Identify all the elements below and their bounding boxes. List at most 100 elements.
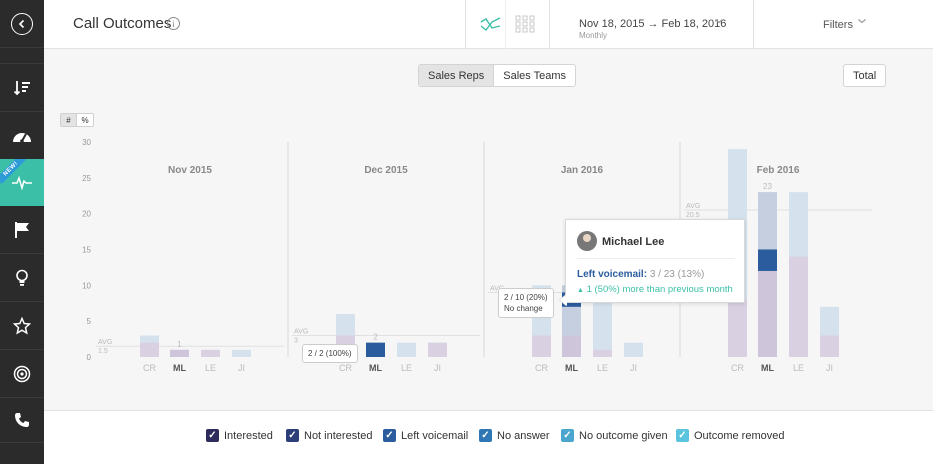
target-icon [13, 365, 31, 382]
legend-item-outcome-removed[interactable]: ✓ Outcome removed [676, 429, 784, 442]
bar-cr-interested [532, 335, 551, 357]
bar-ji-total [624, 342, 643, 357]
checkbox-icon[interactable]: ✓ [676, 429, 689, 442]
star-icon [13, 316, 31, 335]
y-tick-label: 20 [82, 210, 91, 219]
month-label: Dec 2015 [364, 165, 408, 176]
rep-label: JI [434, 363, 441, 373]
line-chart-view-icon[interactable] [480, 14, 502, 34]
sidebar-item-goals[interactable] [0, 350, 44, 397]
rep-label: JI [238, 363, 245, 373]
tooltip-metric-value: 3 / 23 (13%) [649, 269, 705, 280]
dec-value-callout: 2 / 2 (100%) [302, 344, 358, 363]
checkbox-icon[interactable]: ✓ [561, 429, 574, 442]
y-tick-label: 15 [82, 245, 91, 254]
legend-item-not-interested[interactable]: ✓ Not interested [286, 429, 372, 442]
bar-cr-interested [728, 299, 747, 357]
bar-le-interested [201, 349, 220, 357]
sidebar-item-flag[interactable] [0, 206, 44, 253]
total-button[interactable]: Total [843, 64, 887, 87]
legend-label: No outcome given [579, 429, 668, 442]
flag-icon [15, 221, 29, 238]
average-value: 1.5 [98, 348, 108, 355]
bar-ji-total [232, 349, 251, 357]
rep-label: LE [205, 363, 216, 373]
rep-label: LE [401, 363, 412, 373]
header-divider [505, 0, 506, 49]
sort-icon [13, 80, 30, 95]
rep-label: ML [173, 363, 186, 373]
date-range-value[interactable]: Nov 18, 2015 → Feb 18, 2016 [579, 18, 726, 30]
call-outcomes-chart: 0 5 10 15 20 25 30 Nov 2015 AVG 1.5 CR ML LE JI 1 Dec 2… [82, 138, 872, 373]
bar-ji-interested [428, 342, 447, 357]
bar-ji-interested [820, 335, 839, 357]
rep-label: ML [369, 363, 382, 373]
bar-total-label: 1 [177, 340, 182, 349]
chevron-down-icon[interactable] [857, 16, 867, 26]
average-label: AVG [294, 328, 308, 335]
info-icon[interactable]: i [167, 17, 180, 30]
callout-value: 2 / 2 (100%) [308, 349, 352, 358]
rep-label: CR [339, 363, 352, 373]
average-label: AVG [98, 339, 112, 346]
rep-label: CR [731, 363, 744, 373]
tooltip-change-text: 1 (50%) more than previous month [586, 284, 733, 295]
chevron-down-icon[interactable] [714, 16, 724, 26]
sidebar-item-calls[interactable] [0, 398, 44, 442]
legend-item-no-outcome-given[interactable]: ✓ No outcome given [561, 429, 668, 442]
sidebar-item-insights[interactable] [0, 254, 44, 301]
month-label: Jan 2016 [561, 165, 604, 176]
bar-le-interested [789, 256, 808, 357]
page-header: Call Outcomes i Nov 18, 2015 → Feb 18, 2… [44, 0, 933, 49]
bar-total-label: 23 [763, 182, 772, 191]
bar-ml-interested [758, 270, 777, 357]
header-divider [465, 0, 466, 49]
chart-panel: Sales Reps Sales Teams Total # % 0 5 10 15 2… [44, 49, 933, 410]
sidebar-item-sort[interactable] [0, 64, 44, 111]
header-divider [549, 0, 550, 49]
back-button[interactable] [0, 0, 44, 48]
y-tick-label: 10 [82, 281, 91, 290]
y-tick-label: 30 [82, 138, 91, 147]
checkbox-icon[interactable]: ✓ [383, 429, 396, 442]
bar-highlight-left-voicemail [366, 342, 385, 357]
checkbox-icon[interactable]: ✓ [479, 429, 492, 442]
pulse-icon [12, 175, 32, 190]
tooltip-metric-label: Left voicemail: [577, 269, 648, 280]
rep-label: ML [565, 363, 578, 373]
grid-view-icon[interactable] [514, 14, 536, 34]
tab-sales-teams[interactable]: Sales Teams [494, 65, 575, 86]
sidebar-item-activity[interactable]: NEW! [0, 159, 44, 206]
header-divider [753, 0, 754, 49]
tab-sales-reps[interactable]: Sales Reps [419, 65, 495, 86]
bar-le-total [593, 299, 612, 357]
rep-label: ML [761, 363, 774, 373]
legend-label: Not interested [304, 429, 373, 442]
checkbox-icon[interactable]: ✓ [286, 429, 299, 442]
rep-tooltip: Michael Lee Left voicemail: 3 / 23 (13%)… [559, 219, 745, 306]
sidebar-item-favorites[interactable] [0, 302, 44, 349]
legend-item-left-voicemail[interactable]: ✓ Left voicemail [383, 429, 468, 442]
bar-highlight-left-voicemail [758, 249, 777, 271]
back-icon [11, 12, 33, 35]
average-value: 20.5 [686, 212, 700, 219]
tooltip-change: ▲ 1 (50%) more than previous month [577, 284, 733, 295]
rep-label: CR [535, 363, 548, 373]
rep-label: CR [143, 363, 156, 373]
y-tick-label: 25 [82, 174, 91, 183]
phone-icon [15, 413, 29, 427]
legend-item-interested[interactable]: ✓ Interested [206, 429, 273, 442]
jan-value-callout: 2 / 10 (20%) No change [498, 288, 554, 318]
bar-ml-interested [562, 335, 581, 357]
checkbox-icon[interactable]: ✓ [206, 429, 219, 442]
tooltip-rep-name: Michael Lee [602, 236, 665, 248]
sidebar-divider [0, 442, 44, 443]
legend-item-no-answer[interactable]: ✓ No answer [479, 429, 550, 442]
dashboard-icon [13, 132, 31, 143]
filters-button[interactable]: Filters [823, 19, 853, 31]
bar-le-total [397, 342, 416, 357]
bar-total-label: 2 [373, 333, 378, 342]
sidebar-item-dashboard[interactable] [0, 112, 44, 159]
legend-label: No answer [497, 429, 550, 442]
callout-change: No change [504, 304, 543, 313]
